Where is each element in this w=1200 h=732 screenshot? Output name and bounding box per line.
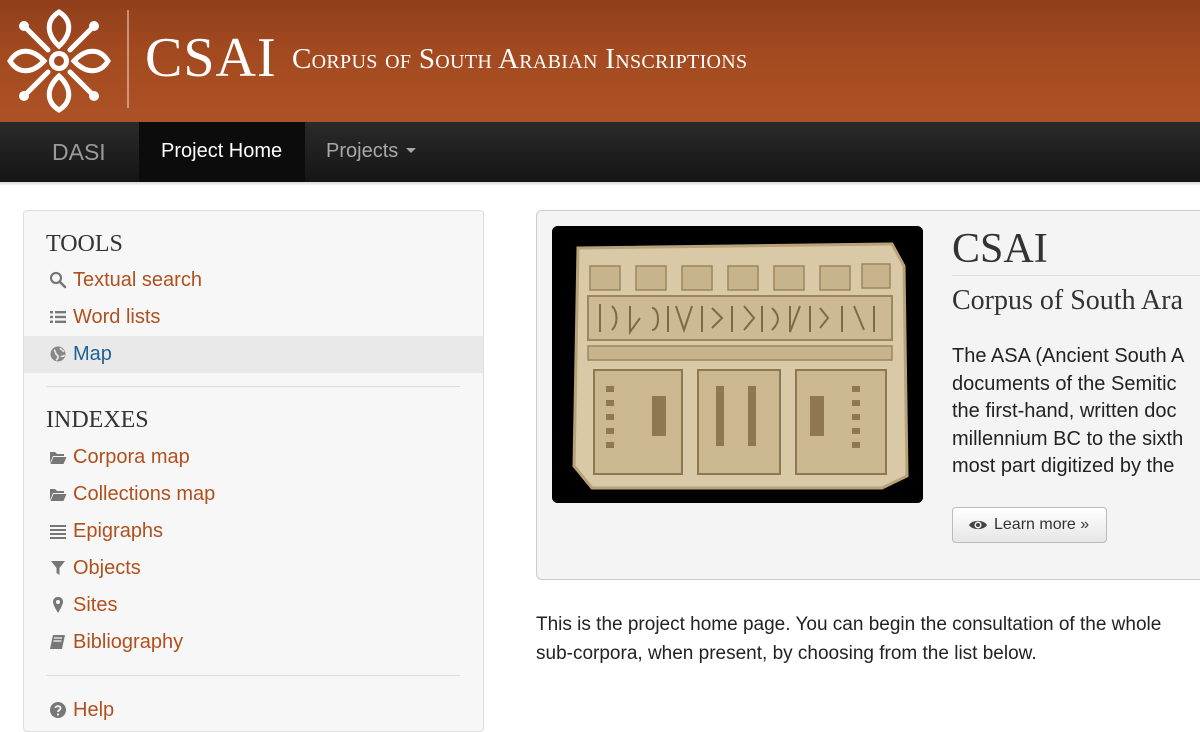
intro-paragraph: This is the project home page. You can b… <box>536 610 1200 668</box>
sidebar-item-collections-map[interactable]: Collections map <box>24 476 483 513</box>
intro-line: sub-corpora, when present, by choosing f… <box>536 643 1037 664</box>
sidebar-item-label: Textual search <box>73 269 202 291</box>
navbar-shadow <box>0 182 1200 186</box>
top-navbar: DASI Project Home Projects <box>0 122 1200 183</box>
hero-text-line: millennium BC to the sixth <box>952 427 1184 450</box>
sidebar-item-label: Objects <box>73 557 141 579</box>
nav-project-home-label: Project Home <box>161 140 283 162</box>
folder-open-icon <box>50 452 67 464</box>
intro-line: This is the project home page. You can b… <box>536 614 1162 635</box>
map-marker-icon <box>53 597 63 613</box>
sidebar-item-label: Sites <box>73 594 118 616</box>
inscription-photo <box>552 226 923 503</box>
site-long-title: Corpus of South Arabian Inscriptions <box>292 43 748 75</box>
list-icon <box>50 311 66 323</box>
sidebar-item-label: Corpora map <box>73 446 190 468</box>
sidebar-item-label: Word lists <box>73 306 161 328</box>
sidebar-divider <box>46 386 460 387</box>
tools-heading: TOOLS <box>46 231 123 257</box>
sidebar-item-sites[interactable]: Sites <box>24 587 483 624</box>
site-short-title[interactable]: CSAI <box>145 28 277 88</box>
hero-subtitle: Corpus of South Ara <box>952 285 1183 316</box>
nav-projects-label: Projects <box>326 140 399 162</box>
search-icon <box>49 271 67 289</box>
nav-project-home[interactable]: Project Home <box>139 122 305 182</box>
hero-title: CSAI <box>952 226 1048 272</box>
sidebar-item-label: Bibliography <box>73 631 184 653</box>
nav-projects-dropdown[interactable]: Projects <box>326 140 417 163</box>
sidebar-item-label: Epigraphs <box>73 520 164 542</box>
sidebar-item-bibliography[interactable]: Bibliography <box>24 624 483 661</box>
hero-text-line: the first-hand, written doc <box>952 400 1177 422</box>
sidebar-item-corpora-map[interactable]: Corpora map <box>24 439 483 476</box>
caret-down-icon <box>406 147 417 153</box>
banner-divider <box>127 10 129 108</box>
align-justify-icon <box>50 525 66 539</box>
eye-icon <box>969 520 987 530</box>
sidebar-item-map[interactable]: Map <box>24 336 483 373</box>
book-icon <box>50 635 65 649</box>
sidebar-item-textual-search[interactable]: Textual search <box>24 262 483 299</box>
sidebar: TOOLS Textual search Word lists Map INDE… <box>23 210 484 732</box>
sidebar-item-label: Help <box>73 699 115 721</box>
learn-more-label: Learn more » <box>994 516 1090 533</box>
sidebar-divider <box>46 675 460 676</box>
hero-text-line: most part digitized by the <box>952 455 1175 477</box>
hero-description: The ASA (Ancient South A documents of th… <box>952 343 1200 481</box>
learn-more-button[interactable]: Learn more » <box>952 507 1107 543</box>
hero-text-line: The ASA (Ancient South A <box>952 345 1185 367</box>
navbar-brand[interactable]: DASI <box>52 139 106 166</box>
question-circle-icon <box>50 702 66 718</box>
hero-text-line: documents of the Semitic <box>952 372 1177 395</box>
hero-panel: CSAI Corpus of South Ara The ASA (Ancien… <box>536 210 1200 580</box>
indexes-heading: INDEXES <box>46 407 149 433</box>
globe-icon <box>50 346 66 362</box>
sidebar-item-label: Collections map <box>73 483 216 505</box>
sidebar-item-epigraphs[interactable]: Epigraphs <box>24 513 483 550</box>
site-logo[interactable] <box>4 6 114 116</box>
folder-open-icon <box>50 489 67 501</box>
sidebar-item-objects[interactable]: Objects <box>24 550 483 587</box>
site-banner: CSAI Corpus of South Arabian Inscription… <box>0 0 1200 122</box>
sidebar-item-help[interactable]: Help <box>24 692 483 729</box>
sidebar-item-word-lists[interactable]: Word lists <box>24 299 483 336</box>
hero-divider <box>952 275 1200 276</box>
filter-icon <box>51 561 65 575</box>
sidebar-item-label: Map <box>73 343 112 365</box>
